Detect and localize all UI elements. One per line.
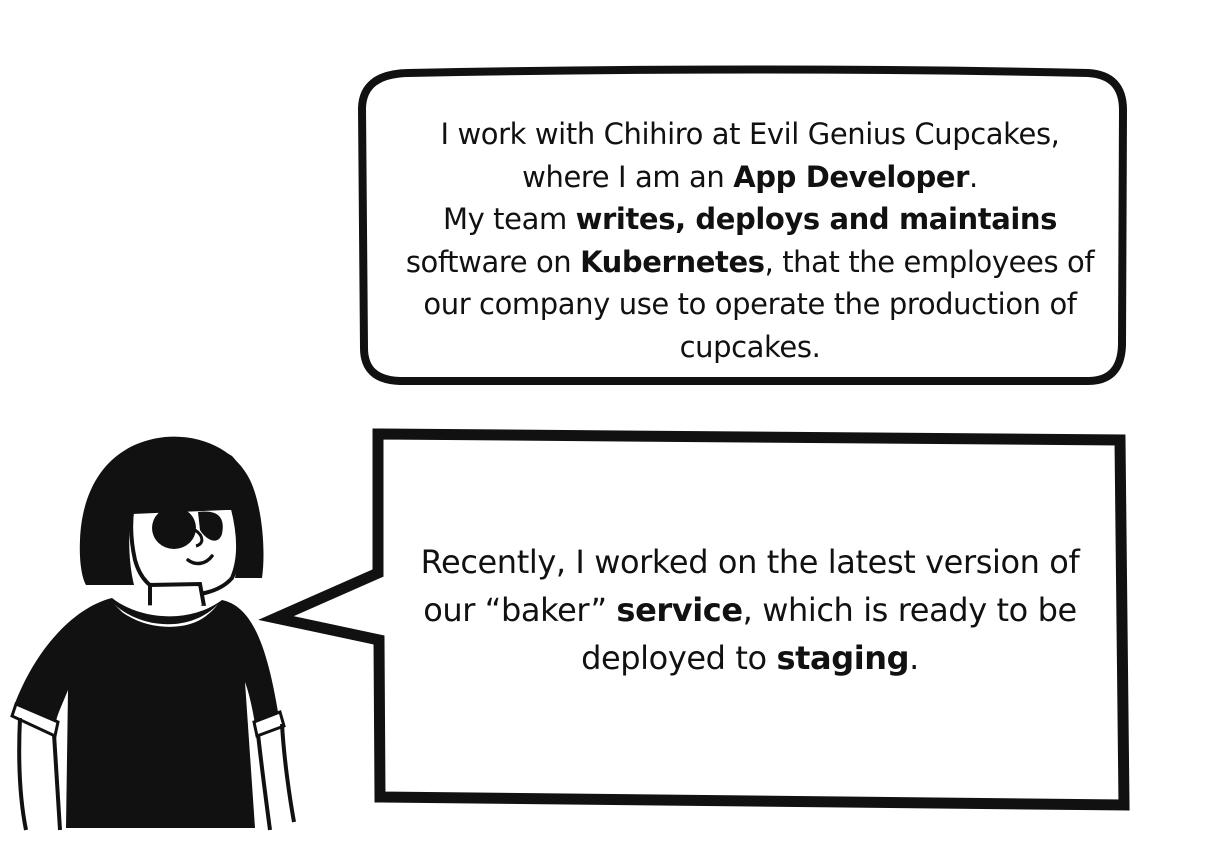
team-duties: writes, deploys and maintains <box>575 202 1058 236</box>
top-box-text: I work with Chihiro at Evil Genius Cupca… <box>405 113 1095 368</box>
sunglasses-left-lens <box>152 507 196 549</box>
top-line-5: our company use to operate the productio… <box>423 287 1077 321</box>
top-line-1: I work with Chihiro at Evil Genius Cupca… <box>440 117 1060 151</box>
bottom-line-3: deployed to staging. <box>405 634 1095 682</box>
person-with-sunglasses-illustration <box>10 436 296 831</box>
term-service: service <box>616 591 743 629</box>
top-line-3: My team writes, deploys and maintains <box>405 198 1095 241</box>
top-line-3-pre: My team <box>442 202 576 236</box>
bottom-line-2-post: , which is ready to be <box>742 591 1078 629</box>
term-staging: staging <box>776 639 910 677</box>
speech-bubble-text: Recently, I worked on the latest version… <box>405 538 1095 682</box>
top-line-6: cupcakes. <box>679 329 821 364</box>
top-line-2-pre: where I am an <box>522 159 734 194</box>
bottom-line-1: Recently, I worked on the latest version… <box>420 543 1080 581</box>
top-line-4-pre: software on <box>405 244 581 279</box>
platform-kubernetes: Kubernetes <box>580 244 765 279</box>
bottom-line-2: our “baker” service, which is ready to b… <box>405 586 1095 634</box>
bottom-line-3-pre: deployed to <box>581 639 777 677</box>
role-app-developer: App Developer <box>733 159 969 194</box>
top-line-2: where I am an App Developer. <box>405 156 1095 199</box>
top-line-2-post: . <box>969 159 978 194</box>
top-line-4-post: , that the employees of <box>764 244 1095 279</box>
top-line-4: software on Kubernetes, that the employe… <box>405 241 1095 284</box>
bottom-line-2-pre: our “baker” <box>423 591 617 629</box>
bottom-line-3-post: . <box>909 639 919 677</box>
